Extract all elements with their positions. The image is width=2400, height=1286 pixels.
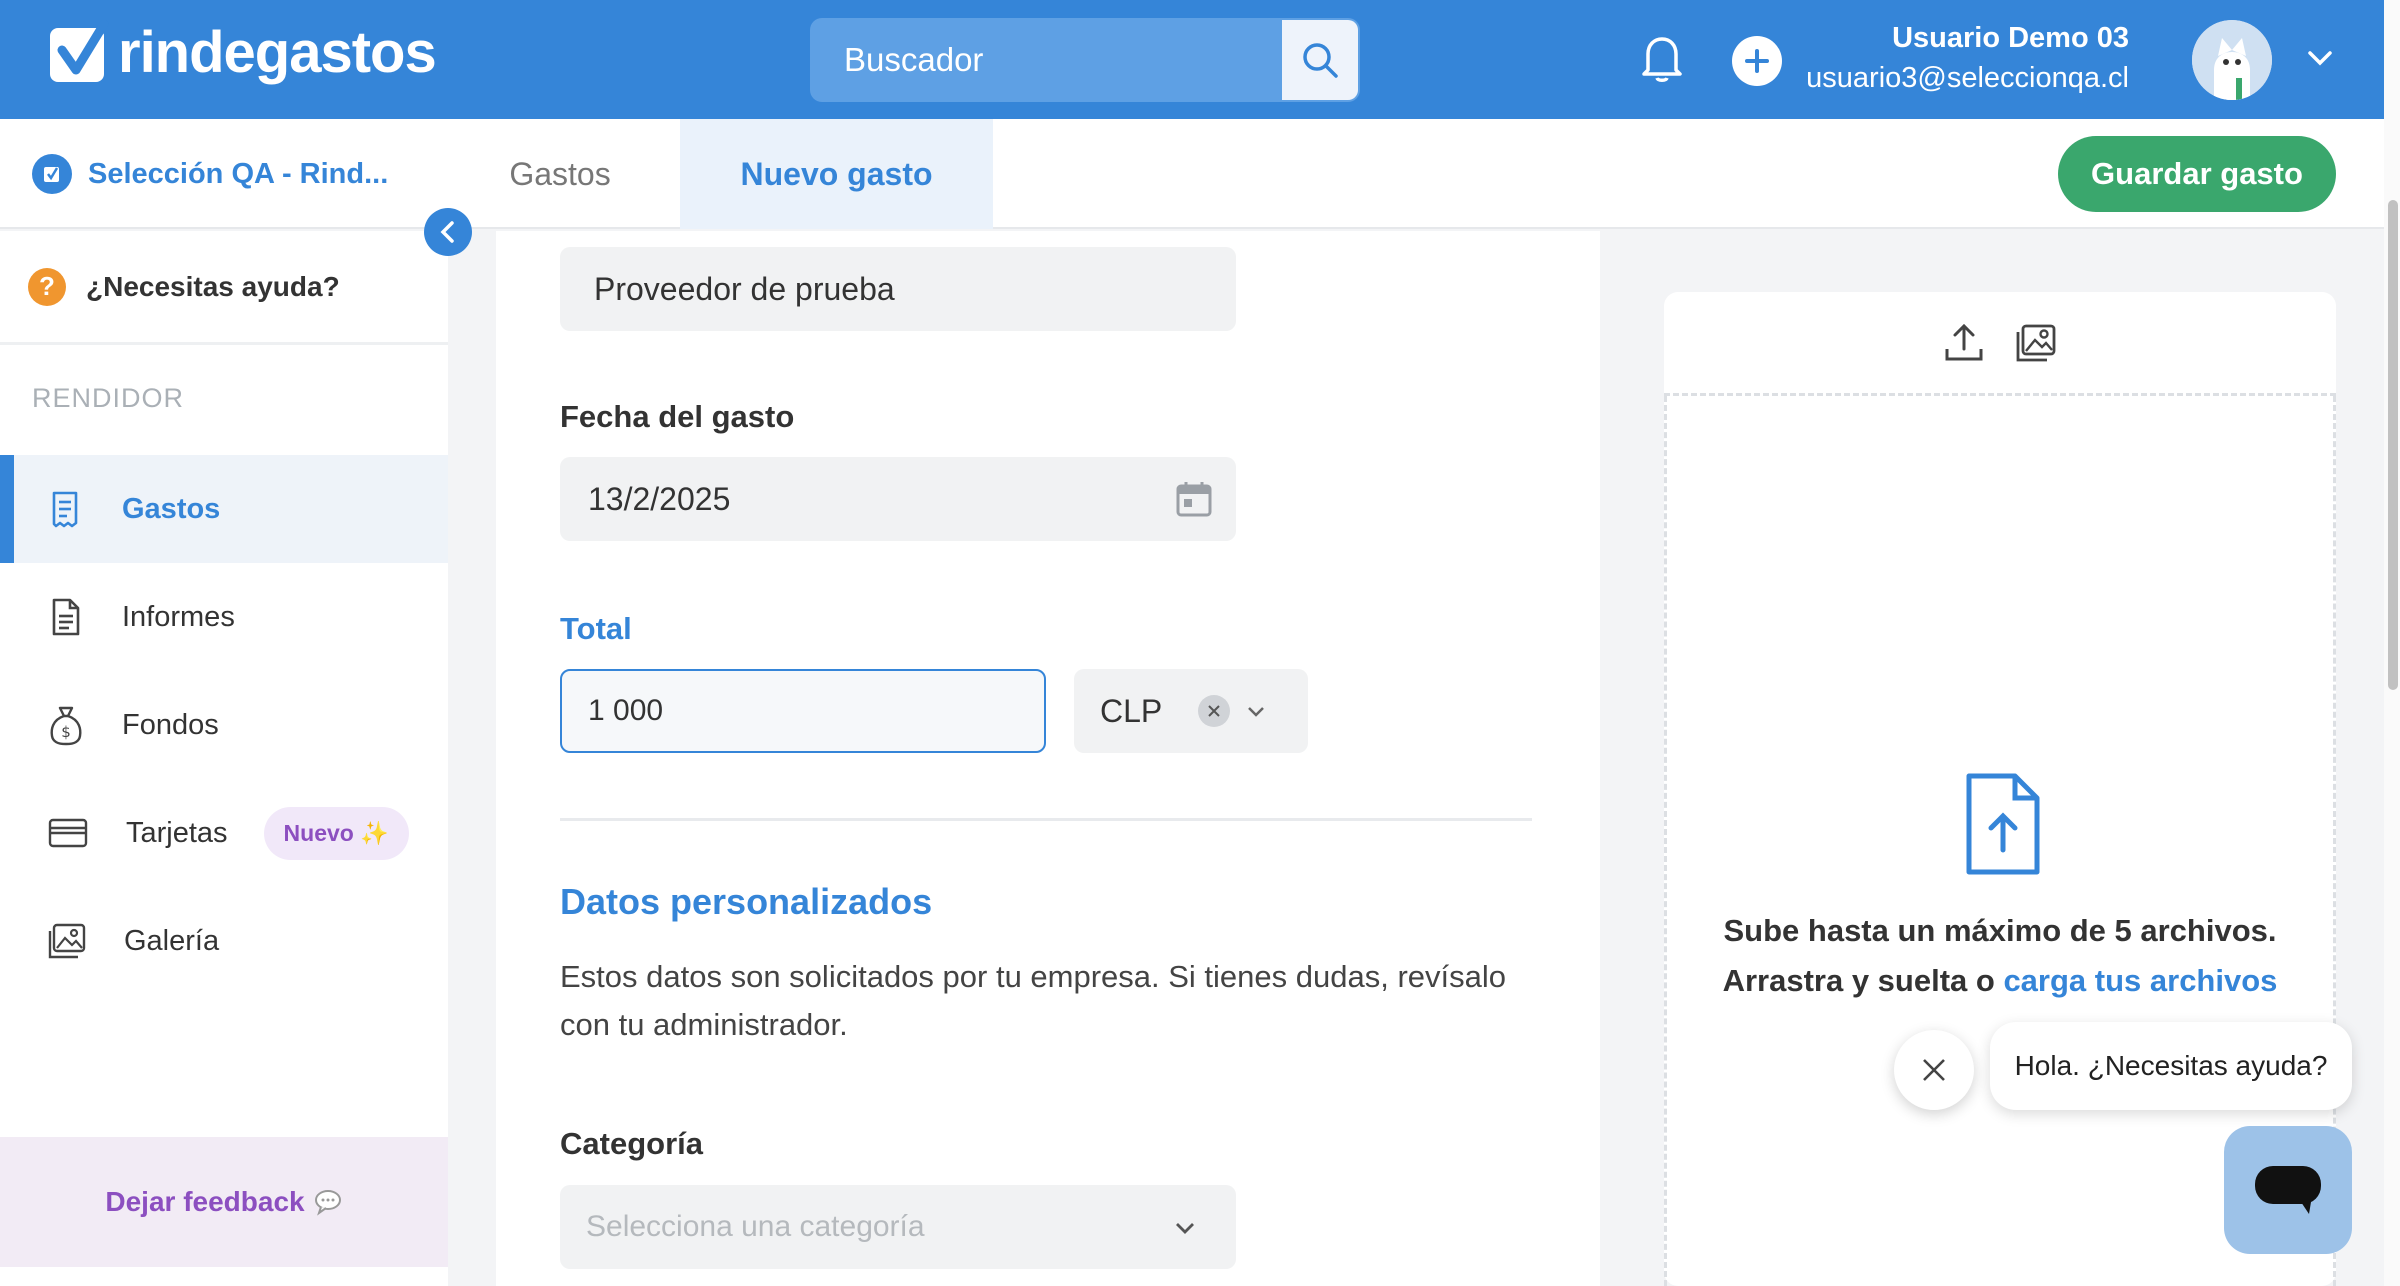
add-button[interactable] <box>1732 36 1782 86</box>
currency-select[interactable]: CLP <box>1074 669 1308 753</box>
sidebar-item-label: Informes <box>122 600 235 633</box>
sidebar-item-gastos[interactable]: Gastos <box>0 455 448 563</box>
card-icon <box>48 818 88 848</box>
bell-icon <box>1642 37 1682 82</box>
notifications-button[interactable] <box>1638 32 1686 89</box>
custom-data-title: Datos personalizados <box>560 881 933 922</box>
sidebar-item-tarjetas[interactable]: Tarjetas Nuevo ✨ <box>0 779 448 887</box>
logo-icon <box>50 20 109 82</box>
chat-greeting[interactable]: Hola. ¿Necesitas ayuda? <box>1990 1022 2352 1110</box>
upload-icon[interactable] <box>1943 323 1985 363</box>
brand-name: rindegastos <box>118 20 437 85</box>
receipt-icon <box>52 491 78 528</box>
user-email[interactable]: usuario3@seleccionqa.cl <box>1806 62 2129 95</box>
close-icon <box>1923 1059 1945 1081</box>
document-icon <box>52 598 80 636</box>
file-upload-icon <box>1966 773 2040 875</box>
upload-files-link[interactable]: carga tus archivos <box>2003 963 2277 998</box>
avatar[interactable] <box>2192 20 2272 100</box>
sparkle-icon: ✨ <box>360 819 389 846</box>
expense-form: Proveedor de prueba Fecha del gasto 13/2… <box>496 231 1600 1286</box>
divider <box>560 818 1532 821</box>
currency-value: CLP <box>1100 692 1163 729</box>
upload-toolbar <box>1664 292 2336 396</box>
collapse-sidebar-button[interactable] <box>424 208 472 256</box>
search-icon <box>1303 43 1338 78</box>
category-select[interactable]: Selecciona una categoría <box>560 1185 1236 1269</box>
chevron-left-icon <box>440 221 454 243</box>
money-bag-icon: $ <box>50 706 82 746</box>
tab-gastos[interactable]: Gastos <box>440 119 680 229</box>
feedback-button[interactable]: Dejar feedback <box>0 1137 448 1267</box>
speech-bubble-icon <box>314 1190 341 1216</box>
help-label: ¿Necesitas ayuda? <box>86 270 340 302</box>
upload-line-1: Sube hasta un máximo de 5 archivos. <box>1723 913 2277 948</box>
section-label: RENDIDOR <box>32 383 185 413</box>
search-button[interactable] <box>1282 20 1358 100</box>
calendar-icon[interactable] <box>1174 479 1214 519</box>
sidebar: ? ¿Necesitas ayuda? RENDIDOR Gastos Info… <box>0 231 448 1286</box>
sidebar-item-label: Tarjetas <box>126 816 228 849</box>
question-icon: ? <box>28 267 66 306</box>
chat-icon <box>2255 1166 2321 1214</box>
svg-text:$: $ <box>61 723 71 741</box>
gallery-icon[interactable] <box>2015 323 2057 363</box>
provider-input[interactable]: Proveedor de prueba <box>560 247 1236 331</box>
company-name: Selección QA - Rind... <box>88 157 389 190</box>
upload-instructions: Sube hasta un máximo de 5 archivos. Arra… <box>1664 906 2336 1006</box>
sidebar-item-informes[interactable]: Informes <box>0 563 448 671</box>
total-input[interactable]: 1 000 <box>560 669 1046 753</box>
sidebar-item-label: Fondos <box>122 708 219 741</box>
upload-line-2: Arrastra y suelta o carga tus archivos <box>1722 963 2278 998</box>
plus-icon <box>1745 49 1769 73</box>
custom-data-description: Estos datos son solicitados por tu empre… <box>560 959 1506 1042</box>
sidebar-item-galeria[interactable]: Galería <box>0 887 448 995</box>
user-menu-chevron-icon[interactable] <box>2306 48 2334 73</box>
date-input[interactable]: 13/2/2025 <box>560 457 1236 541</box>
chat-launcher-button[interactable] <box>2224 1126 2352 1254</box>
category-placeholder: Selecciona una categoría <box>586 1210 925 1243</box>
search-bar[interactable]: Buscador <box>810 18 1360 102</box>
top-bar: rindegastos Buscador Usuario Demo 03 usu… <box>0 0 2384 119</box>
close-icon <box>1208 705 1220 717</box>
sidebar-item-label: Gastos <box>122 492 221 525</box>
chevron-down-icon <box>1176 1223 1194 1234</box>
total-label: Total <box>560 611 632 646</box>
sidebar-item-fondos[interactable]: $ Fondos <box>0 671 448 779</box>
category-label: Categoría <box>560 1126 703 1161</box>
sub-header: Selección QA - Rind... Gastos Nuevo gast… <box>0 119 2384 229</box>
cat-avatar-icon <box>2192 20 2272 100</box>
save-expense-button[interactable]: Guardar gasto <box>2058 136 2336 212</box>
company-selector[interactable]: Selección QA - Rind... <box>32 119 388 229</box>
help-link[interactable]: ? ¿Necesitas ayuda? <box>0 231 448 345</box>
brand-logo[interactable]: rindegastos <box>46 20 437 86</box>
scrollbar-thumb[interactable] <box>2388 200 2398 690</box>
provider-value: Proveedor de prueba <box>594 270 895 307</box>
sidebar-item-label: Galería <box>124 924 220 957</box>
company-icon <box>32 154 72 194</box>
total-value: 1 000 <box>588 694 664 727</box>
feedback-label: Dejar feedback <box>105 1186 305 1217</box>
gallery-icon <box>48 923 86 959</box>
date-value: 13/2/2025 <box>588 480 731 517</box>
user-name[interactable]: Usuario Demo 03 <box>1892 22 2129 55</box>
close-chat-button[interactable] <box>1894 1030 1974 1110</box>
tab-nuevo-gasto[interactable]: Nuevo gasto <box>680 119 993 229</box>
new-badge: Nuevo ✨ <box>263 806 409 860</box>
search-input[interactable]: Buscador <box>844 18 983 102</box>
chevron-down-icon[interactable] <box>1246 705 1266 719</box>
clear-currency-button[interactable] <box>1198 695 1230 727</box>
date-label: Fecha del gasto <box>560 399 795 434</box>
